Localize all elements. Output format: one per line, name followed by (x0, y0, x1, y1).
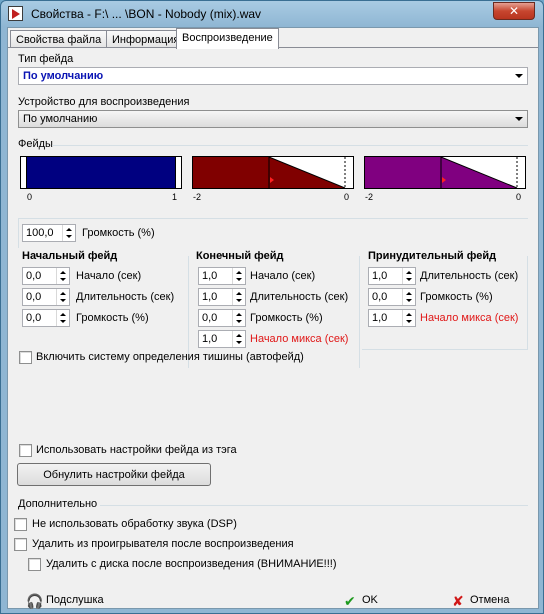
stepper-arrows-icon[interactable] (56, 268, 69, 284)
end-fade-mix-value: 1,0 (202, 333, 218, 345)
stepper-arrows-icon[interactable] (402, 268, 415, 284)
stepper-arrows-icon[interactable] (232, 268, 245, 284)
dialog-client: Свойства файла Информация Воспроизведени… (7, 27, 539, 609)
start-fade-begin-value: 0,0 (26, 270, 42, 282)
forced-fade-volume-value: 0,0 (372, 291, 388, 303)
end-fade-shape (193, 157, 346, 188)
start-fade-edge (175, 157, 181, 188)
chevron-down-icon (515, 117, 523, 121)
end-fade-begin-value: 1,0 (202, 270, 218, 282)
close-icon: ✘ (452, 593, 464, 609)
forced-fade-duration-label: Длительность (сек) (420, 270, 519, 282)
delete-after-label: Удалить с диска после воспроизведения (В… (46, 558, 337, 570)
forced-fade-mix-value: 1,0 (372, 312, 388, 324)
app-icon (8, 6, 23, 21)
fades-label: Фейды (18, 138, 53, 150)
forced-fade-volume-stepper[interactable]: 0,0 (368, 288, 416, 306)
headphones-icon: 🎧 (26, 593, 44, 609)
remove-after-label: Удалить из проигрывателя после воспроизв… (32, 538, 294, 550)
start-fade-volume-value: 0,0 (26, 312, 42, 324)
forced-fade-mix-stepper[interactable]: 1,0 (368, 309, 416, 327)
listen-label: Подслушка (46, 594, 104, 606)
window-title: Свойства - F:\ ... \BON - Nobody (mix).w… (31, 7, 262, 21)
fade-type-label: Тип фейда (18, 53, 74, 65)
start-fade-right-tick: 1 (171, 192, 177, 202)
stepper-arrows-icon[interactable] (402, 289, 415, 305)
ok-label: OK (362, 594, 378, 606)
start-fade-left-tick: 0 (27, 192, 33, 202)
device-select[interactable]: По умолчанию (18, 110, 528, 128)
end-fade-mix-label: Начало микса (сек) (250, 333, 349, 345)
chevron-down-icon (515, 74, 523, 78)
stepper-arrows-icon[interactable] (402, 310, 415, 326)
forced-fade-right-tick: 0 (515, 192, 521, 202)
end-fade-volume-value: 0,0 (202, 312, 218, 324)
playback-panel: Тип фейда По умолчанию Устройство для во… (8, 47, 538, 589)
tab-info[interactable]: Информация (106, 30, 186, 48)
start-fade-volume-stepper[interactable]: 0,0 (22, 309, 70, 327)
stepper-arrows-icon[interactable] (232, 331, 245, 347)
end-fade-begin-stepper[interactable]: 1,0 (198, 267, 246, 285)
fades-separator (52, 145, 528, 146)
forced-fade-graph: -2 0 (364, 156, 526, 202)
end-fade-volume-stepper[interactable]: 0,0 (198, 309, 246, 327)
start-fade-begin-stepper[interactable]: 0,0 (22, 267, 70, 285)
properties-window: Свойства - F:\ ... \BON - Nobody (mix).w… (0, 0, 544, 614)
end-fade-volume-label: Громкость (%) (250, 312, 323, 324)
end-fade-graph: -2 0 (192, 156, 354, 202)
extra-label: Дополнительно (18, 498, 98, 510)
start-fade-fill (27, 157, 175, 188)
stepper-arrows-icon[interactable] (232, 289, 245, 305)
forced-fade-volume-label: Громкость (%) (420, 291, 493, 303)
volume-frame (18, 218, 528, 248)
tab-strip: Свойства файла Информация Воспроизведени… (8, 28, 538, 49)
end-fade-duration-stepper[interactable]: 1,0 (198, 288, 246, 306)
use-tag-settings-label: Использовать настройки фейда из тэга (36, 444, 237, 456)
start-fade-edge (21, 157, 27, 188)
end-fade-left-tick: -2 (193, 192, 202, 202)
stepper-arrows-icon[interactable] (232, 310, 245, 326)
title-bar: Свойства - F:\ ... \BON - Nobody (mix).w… (1, 1, 543, 27)
fade-type-value: По умолчанию (23, 70, 104, 82)
forced-fade-duration-stepper[interactable]: 1,0 (368, 267, 416, 285)
stepper-arrows-icon[interactable] (56, 310, 69, 326)
end-fade-right-tick: 0 (343, 192, 349, 202)
remove-after-checkbox[interactable] (14, 538, 27, 551)
device-label: Устройство для воспроизведения (18, 96, 190, 108)
forced-fade-shape (365, 157, 518, 188)
tab-playback[interactable]: Воспроизведение (176, 28, 279, 49)
no-dsp-label: Не использовать обработку звука (DSP) (32, 518, 237, 530)
fade-type-select[interactable]: По умолчанию (18, 67, 528, 85)
delete-after-checkbox[interactable] (28, 558, 41, 571)
start-fade-duration-value: 0,0 (26, 291, 42, 303)
tab-file-properties[interactable]: Свойства файла (10, 30, 108, 48)
silence-detection-label: Включить систему определения тишины (авт… (36, 351, 304, 363)
silence-detection-checkbox[interactable] (19, 351, 32, 364)
forced-fade-left-tick: -2 (365, 192, 374, 202)
forced-fade-title: Принудительный фейд (368, 250, 497, 262)
start-fade-title: Начальный фейд (22, 250, 118, 262)
end-fade-mix-stepper[interactable]: 1,0 (198, 330, 246, 348)
start-fade-duration-label: Длительность (сек) (76, 291, 175, 303)
no-dsp-checkbox[interactable] (14, 518, 27, 531)
extra-separator (100, 505, 528, 506)
end-fade-duration-label: Длительность (сек) (250, 291, 349, 303)
end-fade-begin-label: Начало (сек) (250, 270, 316, 282)
forced-fade-mix-label: Начало микса (сек) (420, 312, 519, 324)
close-button[interactable]: ✕ (493, 2, 535, 20)
start-fade-duration-stepper[interactable]: 0,0 (22, 288, 70, 306)
start-fade-graph: 0 1 (20, 156, 182, 202)
start-fade-volume-label: Громкость (%) (76, 312, 149, 324)
check-icon: ✔ (344, 593, 356, 609)
start-fade-begin-label: Начало (сек) (76, 270, 142, 282)
end-fade-title: Конечный фейд (196, 250, 284, 262)
cancel-label: Отмена (470, 594, 510, 606)
use-tag-settings-checkbox[interactable] (19, 444, 32, 457)
stepper-arrows-icon[interactable] (56, 289, 69, 305)
forced-fade-duration-value: 1,0 (372, 270, 388, 282)
end-fade-duration-value: 1,0 (202, 291, 218, 303)
bottom-bar: 🎧 Подслушка ✔ OK ✘ Отмена (8, 590, 538, 608)
reset-fade-button[interactable]: Обнулить настройки фейда (17, 463, 211, 486)
device-value: По умолчанию (23, 113, 98, 125)
